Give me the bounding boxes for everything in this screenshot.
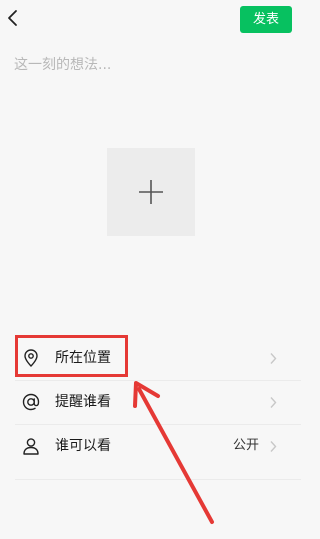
person-icon [23,438,39,455]
back-button[interactable] [6,8,20,28]
post-button[interactable]: 发表 [240,6,292,33]
option-remind[interactable]: 提醒谁看 [15,380,301,424]
visibility-value: 公开 [232,438,259,453]
thought-input[interactable] [14,53,284,77]
location-pin-icon [24,349,38,367]
chevron-right-icon [270,397,277,408]
add-photo-button[interactable] [107,148,195,236]
plus-icon [139,180,163,204]
list-divider [15,479,301,480]
chevron-right-icon [270,353,277,364]
option-location[interactable]: 所在位置 [15,336,301,380]
at-sign-icon [22,393,40,411]
post-options-list: 所在位置 提醒谁看 谁可以看 公开 [15,336,301,468]
option-label: 提醒谁看 [55,394,111,410]
option-visibility[interactable]: 谁可以看 公开 [15,424,301,468]
chevron-right-icon [270,441,277,452]
option-label: 所在位置 [55,350,111,366]
option-label: 谁可以看 [55,438,111,454]
chevron-left-icon [8,10,17,26]
